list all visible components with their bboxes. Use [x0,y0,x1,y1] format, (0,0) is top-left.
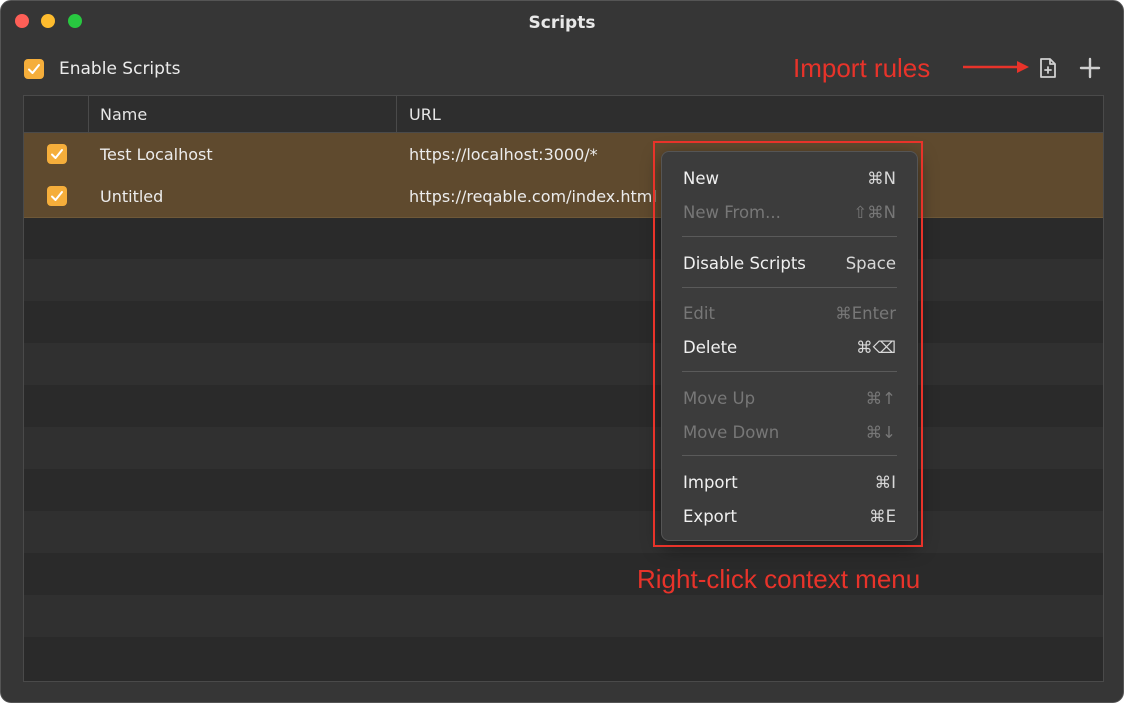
enable-scripts-label: Enable Scripts [59,59,181,79]
script-url: https://reqable.com/index.html [409,187,657,206]
window-title: Scripts [528,13,596,33]
context-menu-annotation-box [653,141,923,547]
table-row[interactable]: Test Localhost https://localhost:3000/* [24,133,1103,176]
context-menu-annotation: Right-click context menu [637,564,921,594]
table-header: Name URL [24,96,1103,133]
scripts-window: Scripts Enable Scripts Import rules Name… [0,0,1124,703]
enable-scripts-checkbox[interactable] [24,59,44,79]
row-enabled-checkbox[interactable] [47,186,67,206]
empty-row [24,259,1103,301]
scripts-table: Name URL Test Localhost https://localhos… [23,95,1104,682]
column-header-url[interactable]: URL [409,105,441,124]
annotation-arrow-icon [963,61,1029,73]
empty-row [24,511,1103,553]
checkmark-icon [51,191,63,201]
empty-row [24,595,1103,637]
checkmark-icon [51,149,63,159]
script-url: https://localhost:3000/* [409,145,598,164]
script-name: Untitled [100,187,164,206]
empty-row [24,427,1103,469]
column-divider[interactable] [88,96,89,132]
document-import-icon[interactable] [1037,57,1059,79]
table-row[interactable]: Untitled https://reqable.com/index.html [24,175,1103,218]
column-header-name[interactable]: Name [100,105,147,124]
row-enabled-checkbox[interactable] [47,144,67,164]
script-name: Test Localhost [100,145,213,164]
checkmark-icon [28,64,40,74]
column-divider[interactable] [396,96,397,132]
title-bar: Scripts [1,1,1123,45]
add-script-button[interactable] [1078,56,1102,80]
empty-row [24,343,1103,385]
import-rules-annotation: Import rules [793,53,931,83]
